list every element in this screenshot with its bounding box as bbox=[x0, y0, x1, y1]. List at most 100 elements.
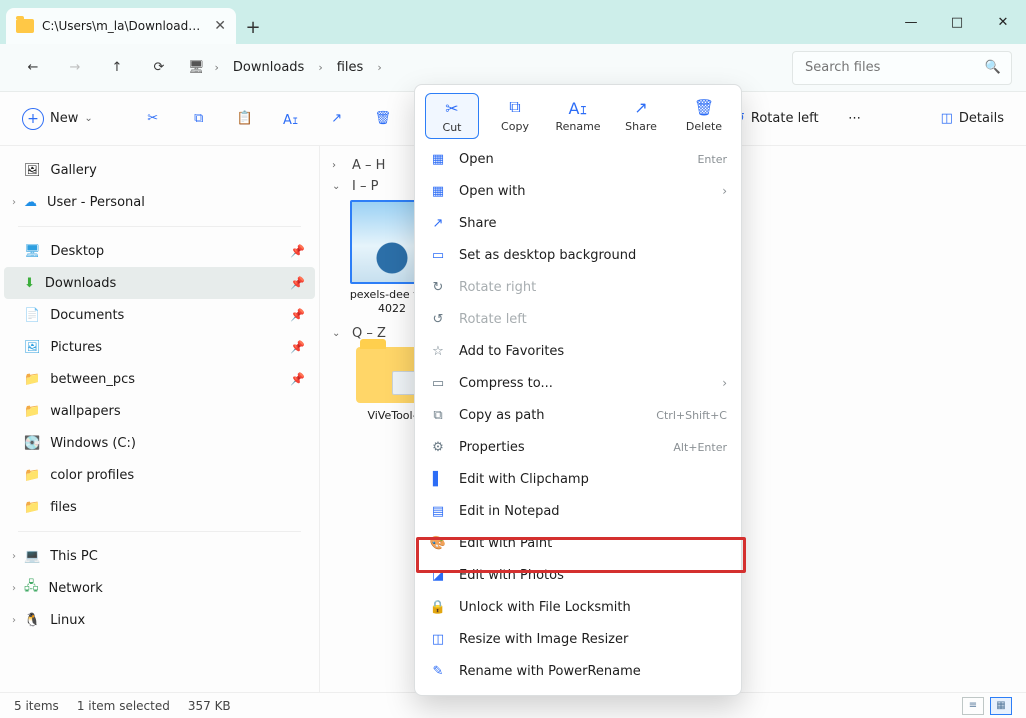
ctx-cut[interactable]: ✂Cut bbox=[425, 93, 479, 139]
status-selected: 1 item selected bbox=[77, 699, 170, 713]
chevron-right-icon[interactable]: › bbox=[8, 583, 20, 594]
sidebar-item-user[interactable]: › ☁ User - Personal bbox=[4, 186, 315, 218]
chevron-down-icon: ⌄ bbox=[332, 328, 344, 339]
minimize-button[interactable]: — bbox=[888, 0, 934, 44]
paste-button[interactable]: 📋 bbox=[227, 101, 263, 137]
chevron-down-icon: ⌄ bbox=[332, 181, 344, 192]
group-label: A – H bbox=[352, 158, 385, 173]
ctx-delete[interactable]: 🗑Delete bbox=[677, 93, 731, 139]
sidebar-item-documents[interactable]: 📄Documents📌 bbox=[4, 299, 315, 331]
back-button[interactable]: ← bbox=[14, 49, 52, 87]
ctx-item-resize-with-image-resizer[interactable]: ◫Resize with Image Resizer bbox=[415, 623, 741, 655]
pictures-icon: 🖼 bbox=[24, 340, 41, 355]
status-size: 357 KB bbox=[188, 699, 231, 713]
ctx-shortcut: Alt+Enter bbox=[673, 441, 727, 454]
new-tab-button[interactable]: + bbox=[236, 10, 270, 44]
titlebar: C:\Users\m_la\Downloads\file ✕ + — □ ✕ bbox=[0, 0, 1026, 44]
copy-icon: ⧉ bbox=[509, 97, 520, 117]
ctx-item-edit-in-notepad[interactable]: ▤Edit in Notepad bbox=[415, 495, 741, 527]
ctx-item-icon: ▦ bbox=[429, 184, 447, 199]
sidebar-item-downloads[interactable]: ⬇Downloads📌 bbox=[4, 267, 315, 299]
ctx-item-icon: ▌ bbox=[429, 472, 447, 487]
ctx-item-label: Copy as path bbox=[459, 408, 545, 423]
window-tab[interactable]: C:\Users\m_la\Downloads\file ✕ bbox=[6, 8, 236, 44]
ctx-item-edit-with-photos[interactable]: ◪Edit with Photos bbox=[415, 559, 741, 591]
ctx-copy[interactable]: ⧉Copy bbox=[488, 93, 542, 139]
folder-icon: 📁 bbox=[24, 468, 40, 483]
sidebar-item-files[interactable]: 📁files bbox=[4, 491, 315, 523]
new-button[interactable]: + New ⌄ bbox=[14, 101, 101, 137]
sidebar-item-windows-c[interactable]: 💽Windows (C:) bbox=[4, 427, 315, 459]
chevron-right-icon[interactable]: › bbox=[8, 551, 20, 562]
chevron-right-icon: › bbox=[722, 376, 727, 390]
view-list-button[interactable]: ≡ bbox=[962, 697, 984, 715]
up-button[interactable]: ↑ bbox=[98, 49, 136, 87]
ctx-item-edit-with-clipchamp[interactable]: ▌Edit with Clipchamp bbox=[415, 463, 741, 495]
more-button[interactable]: ⋯ bbox=[837, 101, 873, 137]
chevron-right-icon[interactable]: › bbox=[8, 615, 20, 626]
address-bar[interactable]: 🖥 › Downloads › files › bbox=[188, 58, 788, 77]
ctx-item-unlock-with-file-locksmith[interactable]: 🔒Unlock with File Locksmith bbox=[415, 591, 741, 623]
sidebar-item-wallpapers[interactable]: 📁wallpapers bbox=[4, 395, 315, 427]
cut-button[interactable]: ✂ bbox=[135, 101, 171, 137]
sidebar-item-colorprofiles[interactable]: 📁color profiles bbox=[4, 459, 315, 491]
sidebar-item-betweenpcs[interactable]: 📁between_pcs📌 bbox=[4, 363, 315, 395]
ctx-item-properties[interactable]: ⚙PropertiesAlt+Enter bbox=[415, 431, 741, 463]
sidebar-item-network[interactable]: ›🖧Network bbox=[4, 572, 315, 604]
chevron-right-icon: › bbox=[215, 61, 219, 74]
document-icon: 📄 bbox=[24, 308, 40, 323]
folder-icon: 📁 bbox=[24, 404, 40, 419]
ctx-item-share[interactable]: ↗Share bbox=[415, 207, 741, 239]
ctx-item-label: Rotate left bbox=[459, 312, 527, 327]
context-menu: ✂Cut ⧉Copy AｪRename ↗Share 🗑Delete ▦Open… bbox=[414, 84, 742, 696]
sidebar-item-thispc[interactable]: ›💻This PC bbox=[4, 540, 315, 572]
sidebar-item-label: Documents bbox=[50, 308, 124, 323]
ctx-rename[interactable]: AｪRename bbox=[551, 93, 605, 139]
delete-button[interactable]: 🗑 bbox=[365, 101, 401, 137]
delete-icon: 🗑 bbox=[694, 97, 714, 117]
details-button[interactable]: ◫ Details bbox=[933, 101, 1012, 137]
share-icon: ↗ bbox=[634, 97, 647, 117]
share-button[interactable]: ↗ bbox=[319, 101, 355, 137]
details-icon: ◫ bbox=[941, 111, 953, 126]
ctx-item-compress-to-[interactable]: ▭Compress to...› bbox=[415, 367, 741, 399]
copy-button[interactable]: ⧉ bbox=[181, 101, 217, 137]
chevron-right-icon[interactable]: › bbox=[8, 197, 20, 208]
divider bbox=[18, 226, 301, 227]
view-grid-button[interactable]: ▦ bbox=[990, 697, 1012, 715]
ctx-label: Rename bbox=[555, 120, 600, 133]
refresh-button[interactable]: ⟳ bbox=[140, 49, 178, 87]
close-tab-icon[interactable]: ✕ bbox=[214, 18, 226, 34]
sidebar: 🖼 Gallery › ☁ User - Personal 🖥Desktop📌 … bbox=[0, 146, 320, 692]
ctx-item-icon: ⧉ bbox=[429, 408, 447, 423]
ctx-shortcut: Enter bbox=[697, 153, 727, 166]
ctx-share[interactable]: ↗ Share bbox=[614, 93, 668, 139]
ctx-item-edit-with-paint[interactable]: 🎨Edit with Paint bbox=[415, 527, 741, 559]
sidebar-item-label: Desktop bbox=[51, 244, 105, 259]
breadcrumb[interactable]: Downloads bbox=[229, 58, 308, 77]
maximize-button[interactable]: □ bbox=[934, 0, 980, 44]
breadcrumb[interactable]: files bbox=[333, 58, 368, 77]
ctx-item-rename-with-powerrename[interactable]: ✎Rename with PowerRename bbox=[415, 655, 741, 687]
sidebar-item-desktop[interactable]: 🖥Desktop📌 bbox=[4, 235, 315, 267]
search-box[interactable]: 🔍 bbox=[792, 51, 1012, 85]
close-button[interactable]: ✕ bbox=[980, 0, 1026, 44]
sidebar-item-linux[interactable]: ›🐧Linux bbox=[4, 604, 315, 636]
forward-button[interactable]: → bbox=[56, 49, 94, 87]
ctx-item-set-as-desktop-background[interactable]: ▭Set as desktop background bbox=[415, 239, 741, 271]
ctx-item-label: Open with bbox=[459, 184, 525, 199]
folder-icon: 📁 bbox=[24, 500, 40, 515]
sidebar-item-gallery[interactable]: 🖼 Gallery bbox=[4, 154, 315, 186]
ctx-item-copy-as-path[interactable]: ⧉Copy as pathCtrl+Shift+C bbox=[415, 399, 741, 431]
sidebar-item-label: Network bbox=[49, 581, 103, 596]
ctx-label: Share bbox=[625, 120, 657, 133]
search-input[interactable] bbox=[803, 59, 985, 76]
rename-button[interactable]: Aｪ bbox=[273, 101, 309, 137]
ctx-item-icon: ☆ bbox=[429, 344, 447, 359]
ctx-item-open-with[interactable]: ▦Open with› bbox=[415, 175, 741, 207]
sidebar-item-label: Gallery bbox=[51, 163, 97, 178]
sidebar-item-pictures[interactable]: 🖼Pictures📌 bbox=[4, 331, 315, 363]
ctx-item-label: Compress to... bbox=[459, 376, 553, 391]
ctx-item-open[interactable]: ▦OpenEnter bbox=[415, 143, 741, 175]
ctx-item-add-to-favorites[interactable]: ☆Add to Favorites bbox=[415, 335, 741, 367]
